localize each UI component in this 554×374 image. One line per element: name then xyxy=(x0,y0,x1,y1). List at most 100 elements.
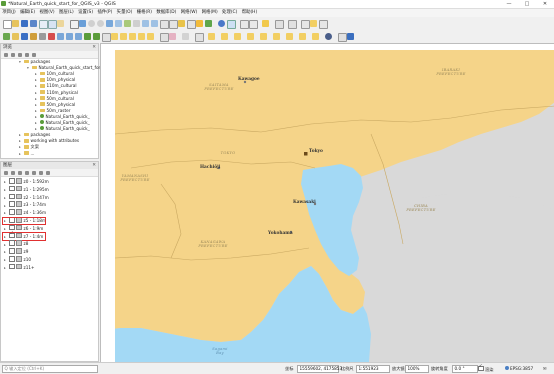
layer-group-row[interactable]: ▸ z11+ xyxy=(4,263,35,270)
layer-visibility-checkbox[interactable] xyxy=(9,185,15,192)
new-project-icon[interactable] xyxy=(3,19,12,29)
bookmark-icon[interactable] xyxy=(187,19,196,29)
scale-field[interactable]: 1:551923 xyxy=(356,365,390,373)
cut-features-icon[interactable] xyxy=(57,32,64,40)
menu-view[interactable]: 视图(V) xyxy=(37,9,57,17)
render-check-icon[interactable] xyxy=(478,364,484,371)
layer-group-row[interactable]: ▸ z3 - 1:74m xyxy=(4,201,46,208)
layer-visibility-checkbox[interactable] xyxy=(9,240,15,246)
menu-database[interactable]: 数据库(D) xyxy=(154,9,178,17)
highlight-labels-icon[interactable] xyxy=(138,32,145,40)
maximize-button[interactable]: □ xyxy=(518,0,536,8)
move-label-icon[interactable] xyxy=(147,32,154,40)
layer-visibility-checkbox[interactable] xyxy=(9,248,15,254)
style-manager-icon[interactable] xyxy=(57,19,64,27)
collapse-all-layers-icon[interactable] xyxy=(39,170,43,175)
zoom-layer-icon[interactable] xyxy=(124,19,131,27)
menu-processing[interactable]: 处理(C) xyxy=(220,9,240,17)
redo-icon[interactable] xyxy=(93,32,100,40)
save-project-icon[interactable] xyxy=(21,19,28,27)
save-edits-icon[interactable] xyxy=(21,32,28,40)
label-tool-icon[interactable] xyxy=(111,32,118,40)
temporal-controller-icon[interactable] xyxy=(178,19,185,27)
digitize-icon[interactable] xyxy=(3,32,10,40)
plugin-d-icon[interactable] xyxy=(221,32,228,40)
add-feature-icon[interactable] xyxy=(30,32,37,40)
toggle-editing-icon[interactable] xyxy=(12,32,19,40)
field-calculator-icon[interactable] xyxy=(262,19,269,27)
measure-icon[interactable] xyxy=(288,19,297,29)
new-layout-icon[interactable] xyxy=(39,19,48,29)
menu-web[interactable]: 网络(W) xyxy=(179,9,200,17)
save-as-icon[interactable] xyxy=(30,19,37,27)
menu-raster[interactable]: 栅格(R) xyxy=(135,9,155,17)
layer-group-row[interactable]: ▸ z1 - 1:295m xyxy=(4,185,49,192)
map-canvas[interactable]: SAITAMA PREFECTURE IBARAKI PREFECTURE YAMA… xyxy=(100,43,554,363)
deselect-icon[interactable] xyxy=(240,19,249,29)
collapse-all-icon[interactable] xyxy=(25,52,29,57)
browser-close-icon[interactable]: ✕ xyxy=(92,44,96,51)
add-group-icon[interactable] xyxy=(11,170,15,175)
layer-visibility-checkbox[interactable] xyxy=(9,201,15,207)
menu-settings[interactable]: 设置(S) xyxy=(76,9,95,17)
layer-group-row[interactable]: ▸ z6 - 1:9m xyxy=(4,224,43,231)
zoom-next-icon[interactable] xyxy=(151,19,158,27)
layer-group-row[interactable]: ▸ z0 - 1:592m xyxy=(4,178,49,184)
render-checkbox[interactable]: 渲染 xyxy=(478,364,493,373)
new-map-view-icon[interactable] xyxy=(160,19,169,29)
python-console-icon[interactable] xyxy=(338,32,347,42)
statistics-icon[interactable] xyxy=(275,19,284,29)
magnifier-field[interactable]: 100% xyxy=(405,365,429,373)
zoom-selection-icon[interactable] xyxy=(115,19,122,27)
rotate-label-icon[interactable] xyxy=(160,32,169,42)
copy-features-icon[interactable] xyxy=(66,32,73,40)
processing-toolbox-icon[interactable] xyxy=(347,32,354,40)
layer-group-row[interactable]: ▸ z10 xyxy=(4,256,31,262)
close-button[interactable]: ✕ xyxy=(536,0,554,8)
layer-group-row[interactable]: ▸ z8 xyxy=(4,240,28,247)
text-annotation-icon[interactable] xyxy=(301,19,310,29)
new-3d-view-icon[interactable] xyxy=(169,19,178,29)
add-selected-icon[interactable] xyxy=(4,52,8,57)
layer-visibility-checkbox[interactable] xyxy=(9,263,15,270)
menu-mesh[interactable]: 网格(M) xyxy=(199,9,219,17)
refresh-browser-icon[interactable] xyxy=(11,52,15,57)
globe-icon[interactable] xyxy=(325,32,332,40)
messages-icon[interactable]: ✉ xyxy=(543,366,547,372)
expand-all-icon[interactable] xyxy=(32,170,36,175)
select-features-icon[interactable] xyxy=(227,19,236,29)
pin-labels-icon[interactable] xyxy=(129,32,136,40)
paste-features-icon[interactable] xyxy=(75,32,82,40)
zoom-native-icon[interactable] xyxy=(133,19,140,27)
menu-edit[interactable]: 编辑(E) xyxy=(18,9,37,17)
zoom-full-icon[interactable] xyxy=(106,19,113,27)
pan-icon[interactable] xyxy=(70,19,79,29)
filter-browser-icon[interactable] xyxy=(18,52,22,57)
layout-manager-icon[interactable] xyxy=(48,19,57,29)
layers-close-icon[interactable]: ✕ xyxy=(92,162,96,169)
minimize-button[interactable]: — xyxy=(500,0,518,8)
layer-visibility-checkbox[interactable] xyxy=(9,256,15,262)
layer-group-row[interactable]: ▸ z2 - 1:147m xyxy=(4,193,49,200)
properties-icon[interactable] xyxy=(32,52,36,57)
filter-legend-icon[interactable] xyxy=(25,170,29,175)
coordinate-field[interactable]: 15559602, 4175853 xyxy=(297,365,342,373)
menu-plugins[interactable]: 插件(P) xyxy=(95,9,114,17)
menu-help[interactable]: 帮助(H) xyxy=(240,9,260,17)
menu-layer[interactable]: 图层(L) xyxy=(57,9,76,17)
remove-layer-icon[interactable] xyxy=(46,170,50,175)
zoom-last-icon[interactable] xyxy=(142,19,149,27)
open-project-icon[interactable] xyxy=(12,19,19,27)
menu-vector[interactable]: 矢量(O) xyxy=(114,9,134,17)
show-bookmarks-icon[interactable] xyxy=(196,19,203,27)
change-label-icon[interactable] xyxy=(169,32,176,40)
plugin-k-icon[interactable] xyxy=(312,32,319,40)
identify-icon[interactable] xyxy=(218,19,225,27)
vertex-tool-icon[interactable] xyxy=(39,32,46,40)
zoom-in-icon[interactable] xyxy=(88,19,95,27)
plugin-h-icon[interactable] xyxy=(273,32,280,40)
browser-item[interactable]: ▸... xyxy=(19,151,35,157)
open-layer-styling-icon[interactable] xyxy=(4,170,8,175)
rotation-field[interactable]: 0.0 ° xyxy=(452,365,478,373)
layer-group-row[interactable]: ▸ z9 xyxy=(4,248,28,254)
